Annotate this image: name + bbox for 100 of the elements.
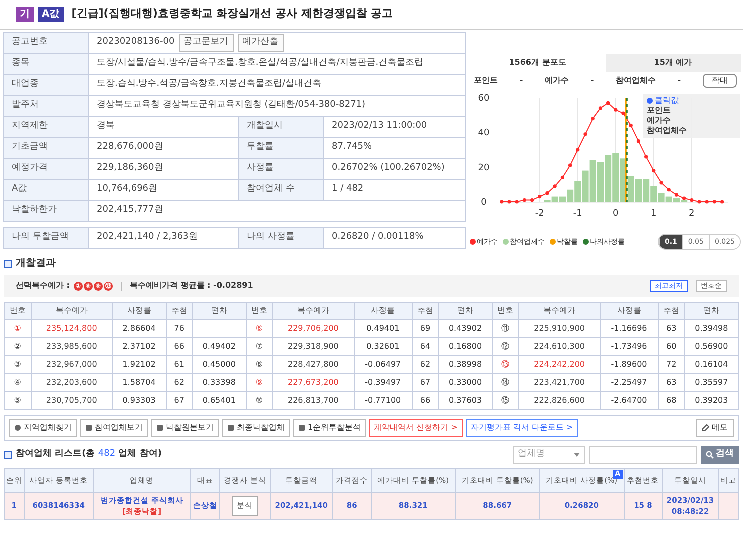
table-cell: 64 — [412, 338, 439, 356]
toolbar-button[interactable]: 1순위투찰분석 — [293, 419, 366, 437]
column-header: 복수예가 — [518, 302, 600, 320]
field-value: 1 / 482 — [324, 180, 466, 200]
field-label: 낙찰하한가 — [4, 200, 88, 222]
table-cell: -1.89600 — [600, 356, 658, 374]
stat-label: 예가수 — [544, 75, 569, 87]
field-label: 공고번호 — [4, 32, 88, 54]
toolbar-button[interactable]: 최종낙찰업체 — [222, 419, 290, 437]
field-value: 도장.습식.방수.석공/금속창호.지붕건축물조립/실내건축 — [88, 74, 466, 96]
table-cell: 63 — [658, 374, 685, 392]
search-button[interactable]: 검색 — [701, 446, 739, 464]
column-header: 번호 — [246, 302, 273, 320]
stat-label: 포인트 — [474, 75, 498, 87]
axis-tick-label: -1 — [573, 209, 582, 219]
price-cell: 233,985,600 — [31, 338, 113, 356]
table-cell: -2.25497 — [600, 374, 658, 392]
axis-tick-label: 40 — [478, 128, 490, 139]
field-value: 경북 — [88, 116, 238, 138]
number-cell: ⑤ — [4, 392, 32, 410]
table-cell: 62 — [166, 374, 193, 392]
table-cell: -0.77100 — [354, 392, 412, 410]
number-cell: ⑧ — [246, 356, 273, 374]
axis-tick-label: 0 — [481, 198, 487, 208]
table-cell: 0.49401 — [354, 320, 412, 338]
table-cell: 66 — [166, 338, 193, 356]
notice-button[interactable]: 공고문보기 — [178, 34, 234, 52]
axis-tick-label: 0 — [613, 209, 619, 219]
toolbar-button[interactable]: 지역업체찾기 — [9, 419, 77, 437]
table-cell: 2.86604 — [112, 320, 166, 338]
table-cell: 0.65401 — [192, 392, 246, 410]
axis-tick-label: 60 — [478, 94, 490, 104]
column-header: 복수예가 — [272, 302, 354, 320]
field-value: 229,186,360원 — [88, 158, 238, 180]
number-cell: ⑪ — [492, 320, 519, 338]
axis-tick-label: 1 — [651, 209, 657, 219]
price-cell: 225,910,900 — [518, 320, 600, 338]
average-rate: 복수예비가격 평균률 : -0.02891 — [130, 280, 254, 292]
table-cell: 0.43902 — [438, 320, 492, 338]
field-value: 202,421,140 / 2,363원 — [88, 228, 238, 248]
number-cell: ⑨ — [246, 374, 273, 392]
number-cell: ⑫ — [492, 338, 519, 356]
price-cell: 228,427,800 — [272, 356, 354, 374]
table-cell: -1.73496 — [600, 338, 658, 356]
price-cell: 222,826,600 — [518, 392, 600, 410]
price-cell: 232,203,600 — [31, 374, 113, 392]
column-header: 편차 — [684, 302, 738, 320]
notice-button[interactable]: 예가산출 — [238, 34, 284, 52]
column-header: 편차 — [192, 302, 246, 320]
table-cell: 76 — [166, 320, 193, 338]
field-label: 예정가격 — [4, 158, 88, 180]
table-cell: 69 — [412, 320, 439, 338]
table-cell: 1.92102 — [112, 356, 166, 374]
toolbar-button[interactable]: 참여업체보기 — [80, 419, 148, 437]
axis-tick-label: 20 — [478, 163, 490, 174]
column-header: 번호 — [492, 302, 519, 320]
field-label: 사정률 — [238, 158, 324, 180]
table-cell: 0.93303 — [112, 392, 166, 410]
list-title: 참여업체 리스트(총 — [16, 449, 96, 460]
field-value: 경상북도교육청 경상북도군위교육지원청 (김태환/054-380-8271) — [88, 96, 466, 116]
field-label: 발주처 — [4, 96, 88, 116]
table-cell: 0.49402 — [192, 338, 246, 356]
toolbar-button[interactable]: 계약내역서 신청하기 > — [369, 419, 463, 437]
number-cell: ④ — [4, 374, 32, 392]
page-title: [긴급](집행대행)효령중학교 화장실개선 공사 제한경쟁입찰 공고 — [72, 6, 394, 22]
number-cell: ⑥ — [246, 320, 273, 338]
table-cell: 0.37603 — [438, 392, 492, 410]
field-label: 투찰률 — [238, 138, 324, 158]
number-cell: ⑦ — [246, 338, 273, 356]
tooltip-title: 클릭값 — [647, 96, 736, 106]
list-title: 업체 참여) — [118, 449, 162, 460]
field-label: 나의 투찰금액 — [4, 228, 88, 248]
column-header: 사정률 — [112, 302, 166, 320]
table-cell: 60 — [658, 338, 685, 356]
memo-button[interactable]: 메모 — [696, 419, 734, 437]
table-cell: 61 — [166, 356, 193, 374]
stat-value: - — [590, 75, 594, 87]
price-cell: 227,673,200 — [272, 374, 354, 392]
field-label: A값 — [4, 180, 88, 200]
price-cell: 235,124,800 — [31, 320, 113, 338]
price-cell: 226,813,700 — [272, 392, 354, 410]
field-label: 개찰일시 — [238, 116, 324, 138]
axis-tick-label: -2 — [535, 209, 544, 219]
toolbar-button[interactable]: 자기평가표 각서 다운로드 > — [466, 419, 578, 437]
field-label: 나의 사정률 — [238, 228, 324, 248]
zoom-button[interactable]: 확대 — [702, 74, 737, 88]
column-header: 사정률 — [354, 302, 412, 320]
table-cell: 0.32601 — [354, 338, 412, 356]
field-label: 참여업체 수 — [238, 180, 324, 200]
table-cell: 0.33000 — [438, 374, 492, 392]
price-cell: 229,318,900 — [272, 338, 354, 356]
field-value: 0.26702% (100.26702%) — [324, 158, 466, 180]
chart-tab[interactable]: 15개 예가 — [606, 54, 741, 72]
field-value: 도장/시설물/습식.방수/금속구조물.창호.온실/석공/실내건축/지붕판금.건축물조립 — [88, 54, 466, 74]
field-label: 대업종 — [4, 74, 88, 96]
toolbar-button[interactable]: 낙찰원본보기 — [151, 419, 219, 437]
table-cell: 0.16104 — [684, 356, 738, 374]
tooltip-line: 예가수 — [647, 116, 672, 126]
table-cell: 0.33398 — [192, 374, 246, 392]
table-cell: 0.38998 — [438, 356, 492, 374]
